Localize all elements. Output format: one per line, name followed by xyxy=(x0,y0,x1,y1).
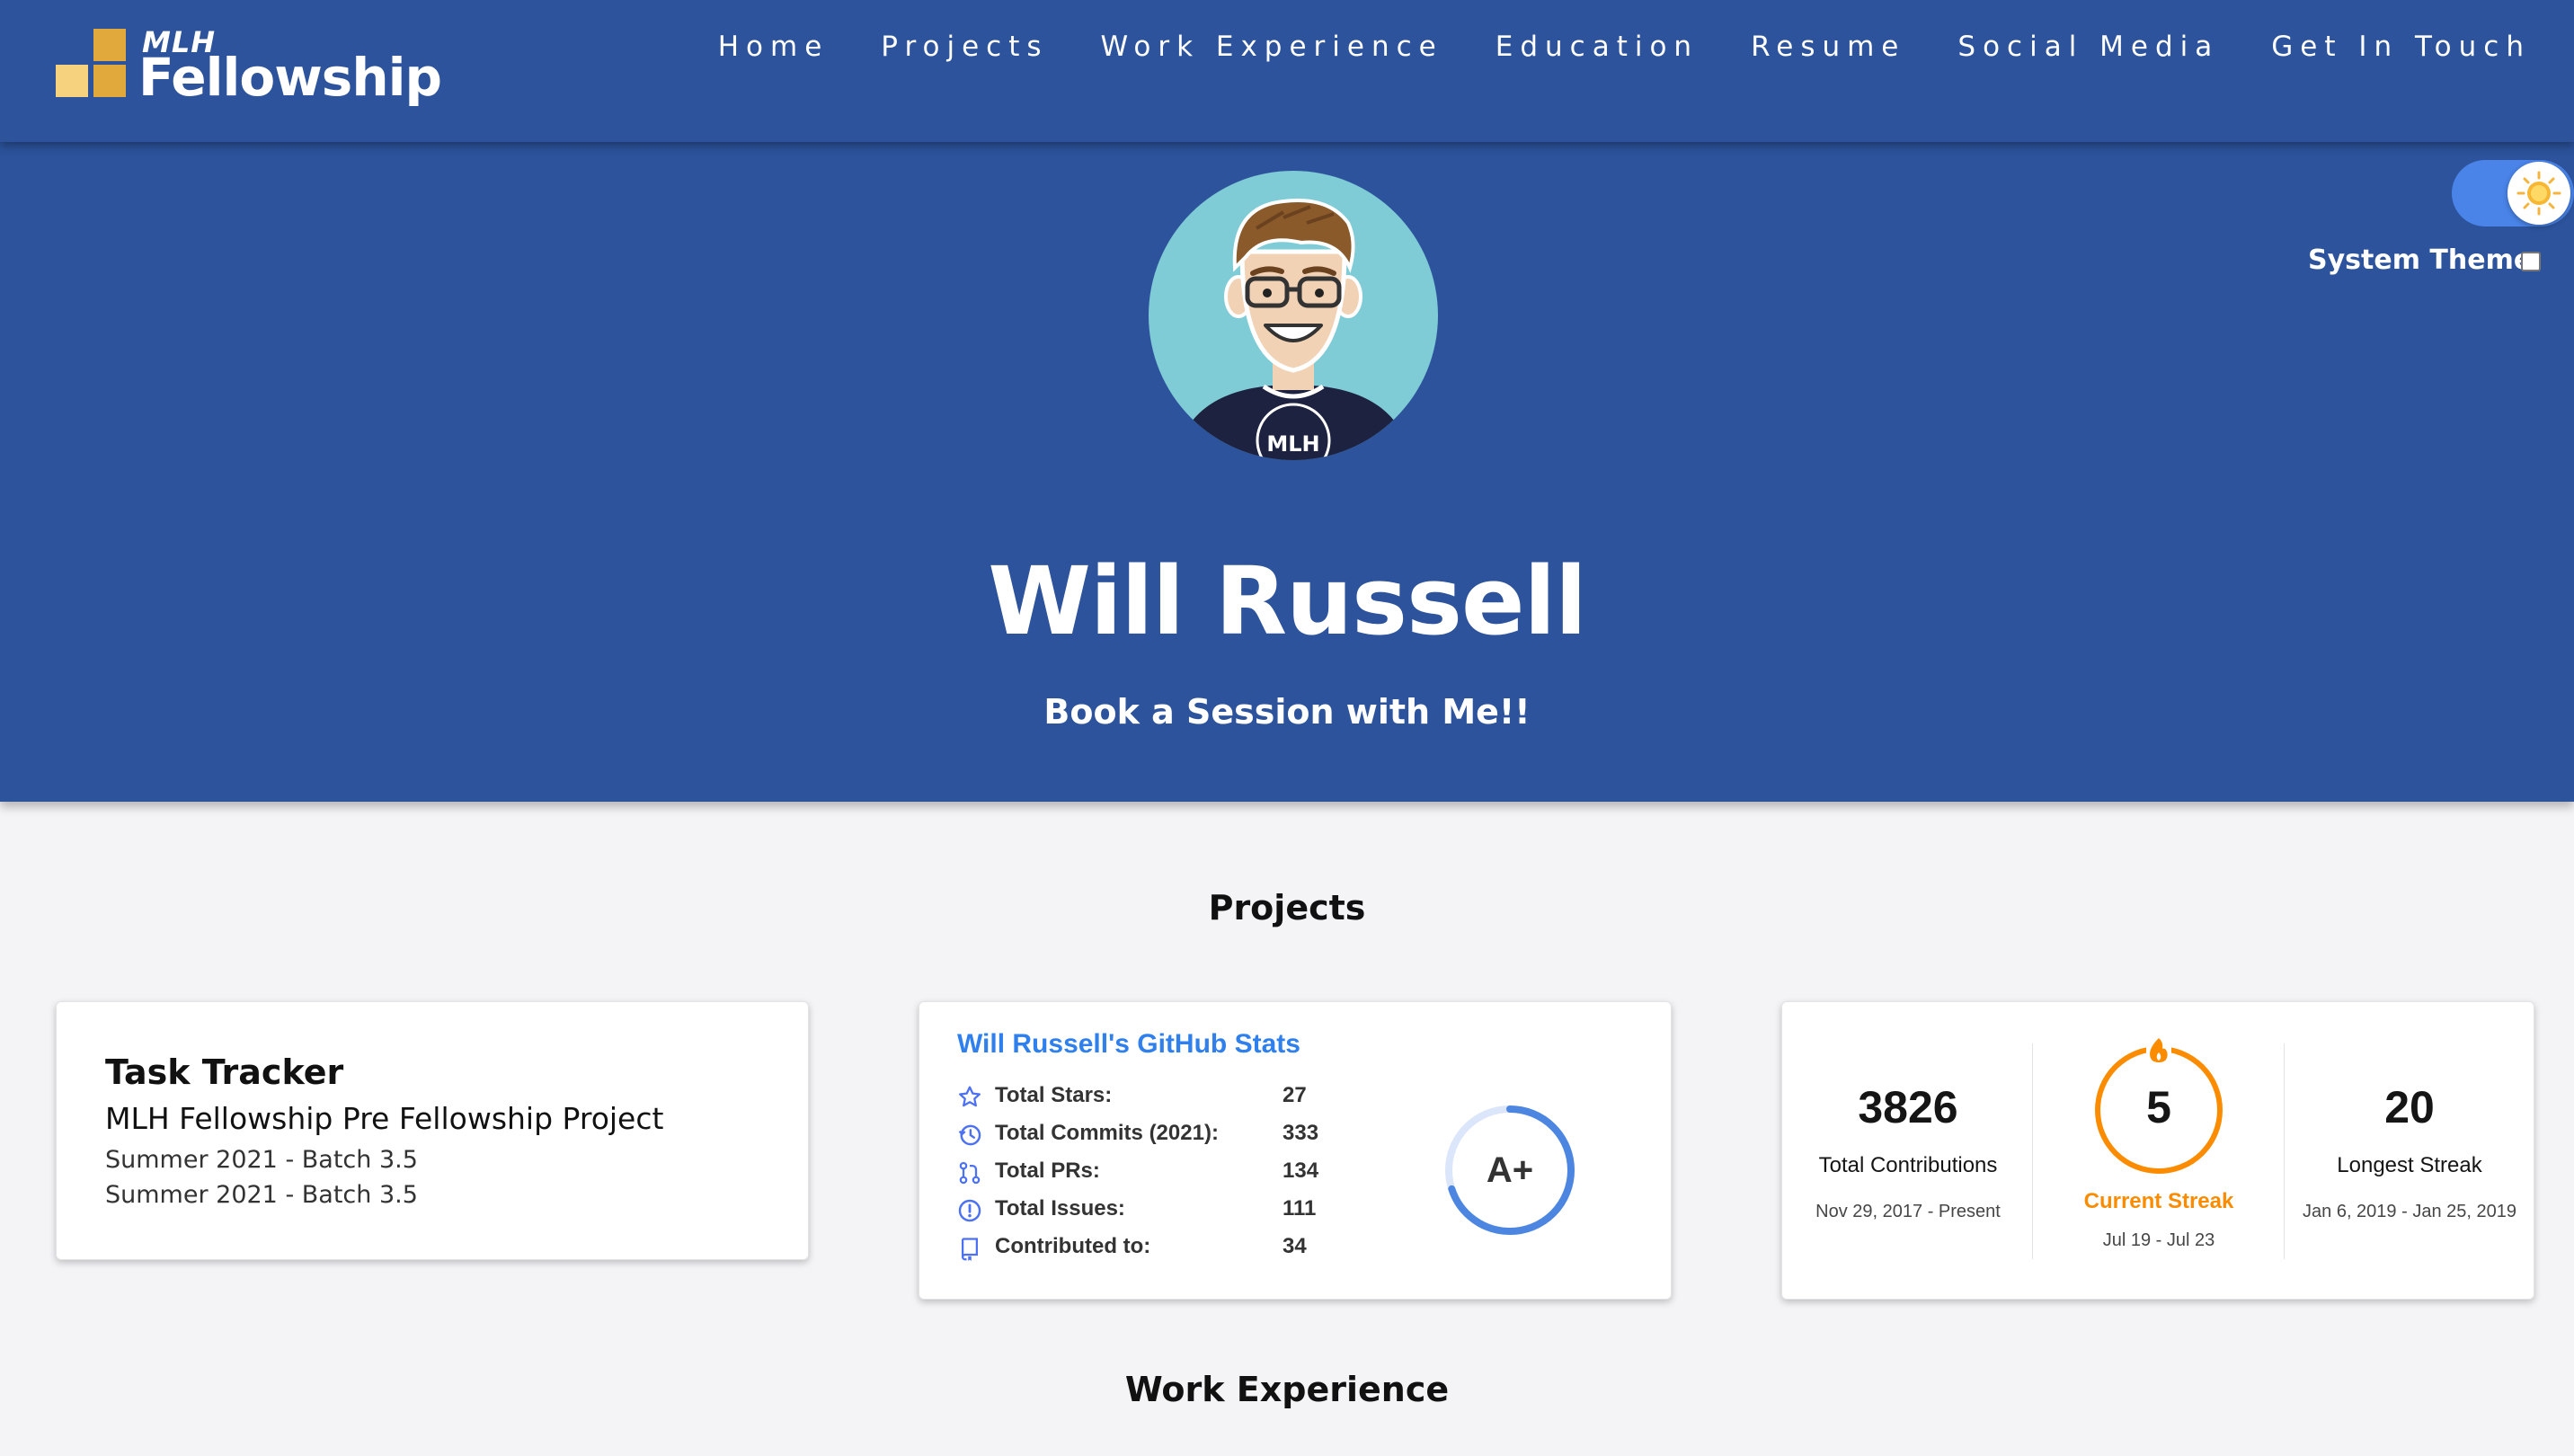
longest-streak-range: Jan 6, 2019 - Jan 25, 2019 xyxy=(2303,1202,2516,1221)
logo-big-text: Fellowship xyxy=(138,47,442,108)
current-streak-value: 5 xyxy=(2146,1082,2171,1132)
longest-streak-col: 20 Longest Streak Jan 6, 2019 - Jan 25, … xyxy=(2284,1002,2535,1301)
github-stats-card[interactable]: Will Russell's GitHub Stats Total Stars:… xyxy=(919,1001,1672,1300)
stat-label: Total Stars: xyxy=(995,1083,1113,1107)
total-contributions-label: Total Contributions xyxy=(1818,1153,1998,1177)
nav-work-experience[interactable]: Work Experience xyxy=(1101,31,1443,63)
stat-row: Contributed to: 34 xyxy=(957,1232,1335,1268)
current-streak-label: Current Streak xyxy=(2083,1189,2234,1213)
profile-avatar: MLH xyxy=(1149,171,1438,460)
system-theme-label: System Theme xyxy=(2308,244,2533,276)
hero-name: Will Russell xyxy=(988,546,1587,656)
stat-value: 27 xyxy=(1283,1083,1307,1107)
current-streak-col: 5 Current Streak Jul 19 - Jul 23 xyxy=(2033,1002,2285,1301)
projects-heading: Projects xyxy=(1208,888,1366,928)
stat-value: 134 xyxy=(1283,1159,1319,1183)
stat-label: Contributed to: xyxy=(995,1234,1151,1258)
nav-get-in-touch[interactable]: Get In Touch xyxy=(2271,31,2531,63)
issue-icon xyxy=(957,1198,982,1223)
stat-label: Total PRs: xyxy=(995,1159,1100,1183)
pull-request-icon xyxy=(957,1160,982,1185)
nav-education[interactable]: Education xyxy=(1496,31,1699,63)
stat-row: Total Stars: 27 xyxy=(957,1081,1335,1117)
book-session-link[interactable]: Book a Session with Me!! xyxy=(0,692,2574,732)
sun-icon xyxy=(2507,162,2570,225)
nav-social-media[interactable]: Social Media xyxy=(1957,31,2219,63)
rank-grade: A+ xyxy=(1486,1150,1534,1190)
stat-label: Total Issues: xyxy=(995,1196,1125,1221)
nav-links: Home Projects Work Experience Education … xyxy=(666,31,2531,63)
total-contributions-value: 3826 xyxy=(1858,1082,1958,1132)
top-navbar: MLH Fellowship Home Projects Work Experi… xyxy=(0,0,2574,142)
stat-value: 111 xyxy=(1283,1196,1317,1221)
stat-row: Total Issues: 111 xyxy=(957,1194,1335,1230)
nav-home[interactable]: Home xyxy=(718,31,830,63)
task-card-title: Task Tracker xyxy=(105,1052,344,1092)
stat-label: Total Commits (2021): xyxy=(995,1121,1219,1145)
nav-projects[interactable]: Projects xyxy=(881,31,1048,63)
longest-streak-label: Longest Streak xyxy=(2337,1153,2482,1177)
github-streak-card[interactable]: 3826 Total Contributions Nov 29, 2017 - … xyxy=(1781,1001,2534,1300)
task-card-meta: Summer 2021 - Batch 3.5 xyxy=(105,1146,418,1174)
stat-value: 333 xyxy=(1283,1121,1319,1145)
total-contributions-col: 3826 Total Contributions Nov 29, 2017 - … xyxy=(1782,1002,2034,1301)
github-stats-title: Will Russell's GitHub Stats xyxy=(957,1029,1300,1059)
stat-row: Total Commits (2021): 333 xyxy=(957,1119,1335,1155)
task-card-meta: Summer 2021 - Batch 3.5 xyxy=(105,1181,418,1209)
hero-section: MLH Will Russell Book a Session with Me!… xyxy=(0,142,2574,802)
current-streak-range: Jul 19 - Jul 23 xyxy=(2102,1230,2215,1250)
task-tracker-card[interactable]: Task Tracker MLH Fellowship Pre Fellowsh… xyxy=(56,1001,809,1260)
work-experience-heading: Work Experience xyxy=(1124,1370,1450,1409)
longest-streak-value: 20 xyxy=(2384,1082,2435,1132)
total-contributions-range: Nov 29, 2017 - Present xyxy=(1815,1202,2001,1221)
mlh-fellowship-logo[interactable]: MLH Fellowship xyxy=(56,25,442,117)
star-icon xyxy=(957,1085,982,1110)
stat-row: Total PRs: 134 xyxy=(957,1157,1335,1193)
shirt-badge-text: MLH xyxy=(1266,431,1319,457)
theme-toggle[interactable] xyxy=(2452,160,2574,226)
task-card-description: MLH Fellowship Pre Fellowship Project xyxy=(105,1101,664,1136)
logo-mark-icon xyxy=(56,29,128,101)
system-theme-checkbox[interactable] xyxy=(2521,252,2541,271)
stat-value: 34 xyxy=(1283,1234,1307,1258)
nav-resume[interactable]: Resume xyxy=(1751,31,1905,63)
history-icon xyxy=(957,1123,982,1148)
repo-icon xyxy=(957,1236,982,1261)
